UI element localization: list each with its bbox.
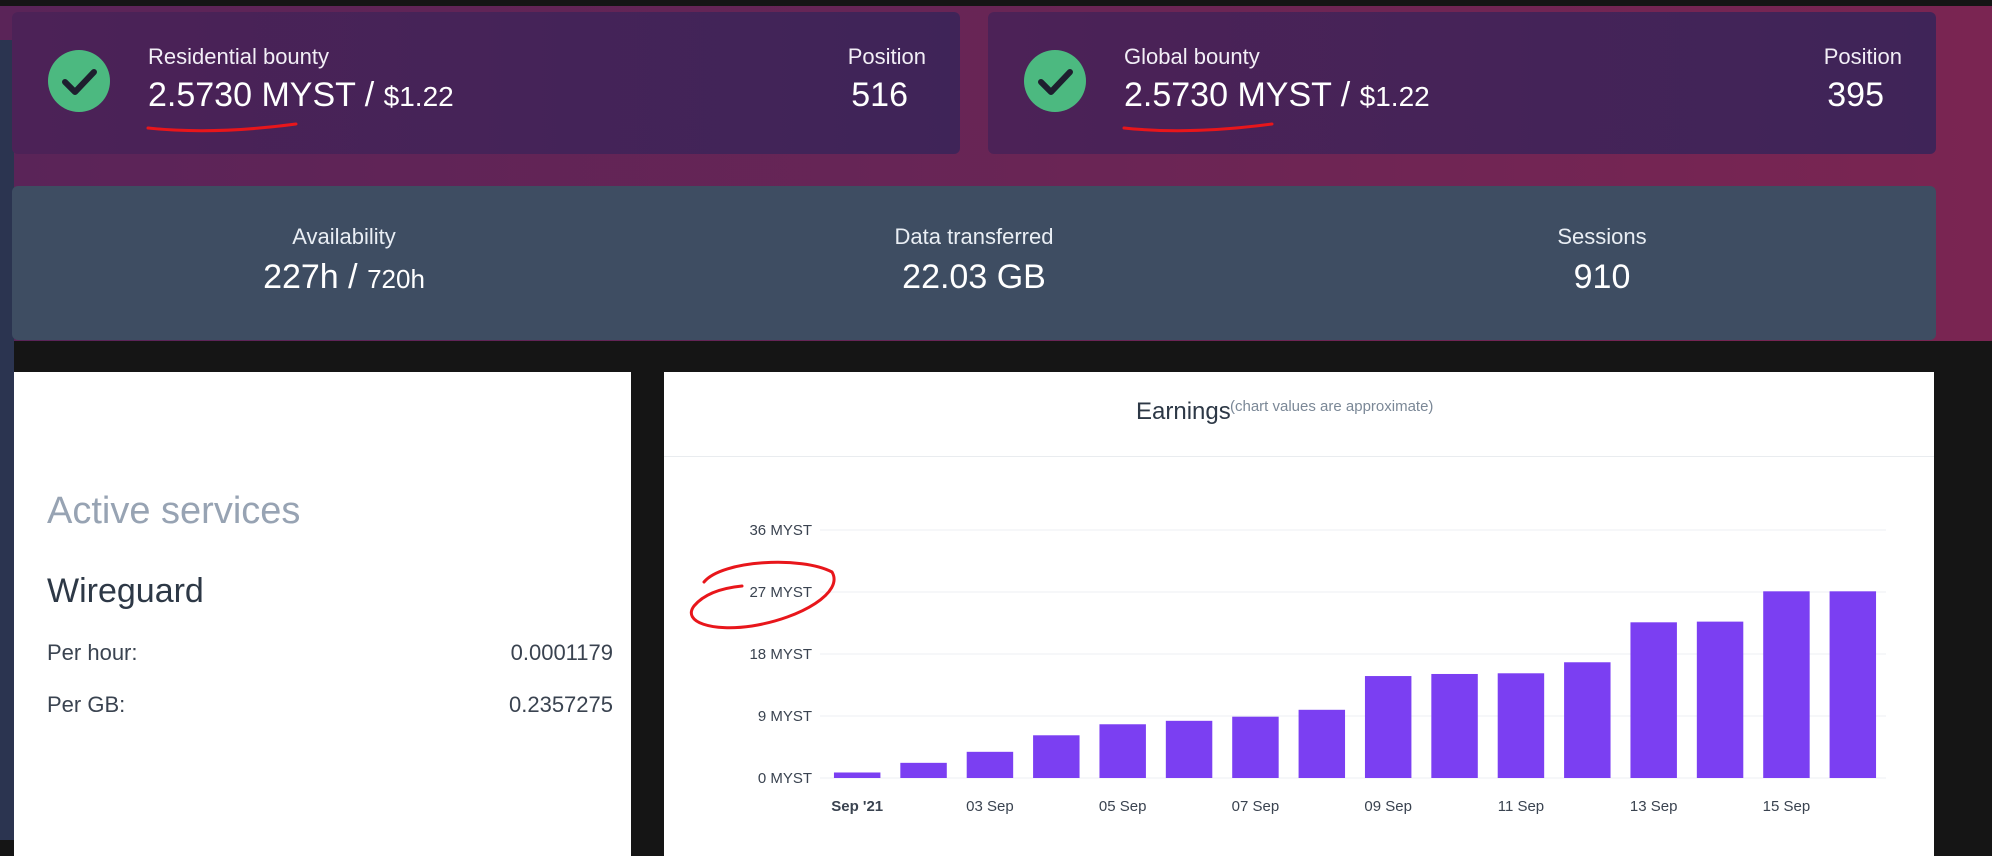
position-value: 395 xyxy=(1827,76,1884,114)
x-tick-label: 09 Sep xyxy=(1364,798,1412,815)
position-value: 516 xyxy=(851,76,908,114)
earnings-header: Earnings (chart values are approximate) xyxy=(664,372,1934,457)
chart-bar xyxy=(1099,724,1146,778)
availability-hours: 227h xyxy=(263,258,339,296)
chart-bar xyxy=(1829,591,1877,778)
chart-bar xyxy=(1497,673,1545,778)
annotation-underline xyxy=(1122,122,1274,133)
myst-amount: 2.5730 MYST xyxy=(1124,76,1332,114)
per-gb-label: Per GB: xyxy=(47,692,126,717)
chart-bar xyxy=(1165,720,1213,778)
chart-bar xyxy=(1696,621,1744,778)
chart-bar xyxy=(1033,735,1080,778)
y-tick-label: 18 MYST xyxy=(749,646,812,663)
per-gb-row: Per GB: 0.2357275 xyxy=(47,692,613,718)
y-tick-label: 36 MYST xyxy=(749,522,812,539)
availability-label: Availability xyxy=(292,224,396,249)
earnings-panel: Earnings (chart values are approximate) … xyxy=(664,372,1934,856)
active-services-title: Active services xyxy=(47,490,301,532)
data-transferred-value: 22.03 GB xyxy=(902,258,1046,296)
residential-bounty-label: Residential bounty xyxy=(148,44,330,69)
global-bounty-label: Global bounty xyxy=(1124,44,1260,69)
earnings-title: Earnings xyxy=(1136,398,1231,425)
x-tick-label: 05 Sep xyxy=(1099,798,1147,815)
myst-amount: 2.5730 MYST xyxy=(148,76,356,114)
residential-bounty-card: Residential bounty 2.5730 MYST / $1.22 P… xyxy=(12,12,960,154)
x-tick-label: 11 Sep xyxy=(1498,798,1544,815)
check-circle-icon xyxy=(48,50,110,112)
earnings-note: (chart values are approximate) xyxy=(1230,398,1434,415)
availability-value: 227h / 720h xyxy=(144,258,544,297)
per-hour-value: 0.0001179 xyxy=(510,640,613,665)
sessions-label: Sessions xyxy=(1557,224,1647,249)
chart-bar xyxy=(833,772,881,778)
global-bounty-value: 2.5730 MYST / $1.22 xyxy=(1124,76,1430,115)
chart-bar xyxy=(1564,662,1611,778)
sessions-value: 910 xyxy=(1573,258,1631,296)
service-name: Wireguard xyxy=(47,572,204,610)
check-circle-icon xyxy=(1024,50,1086,112)
chart-bar xyxy=(1232,716,1279,778)
x-tick-label: 13 Sep xyxy=(1630,798,1678,815)
chart-bar xyxy=(900,762,947,778)
per-hour-label: Per hour: xyxy=(47,640,138,665)
chart-bar xyxy=(1763,591,1810,778)
position-label: Position xyxy=(847,44,926,69)
dashboard: Residential bounty 2.5730 MYST / $1.22 P… xyxy=(0,0,1992,856)
availability-stat: Availability 227h / 720h xyxy=(144,224,544,297)
annotation-circle xyxy=(690,560,836,630)
chart-bar xyxy=(1431,673,1478,778)
x-tick-label: 03 Sep xyxy=(966,798,1014,815)
x-tick-label: 07 Sep xyxy=(1232,798,1280,815)
y-tick-label: 9 MYST xyxy=(758,708,812,725)
data-transferred-stat: Data transferred 22.03 GB xyxy=(774,224,1174,297)
x-tick-label: Sep '21 xyxy=(831,798,883,815)
chart-bar xyxy=(1364,676,1412,778)
stats-bar: Availability 227h / 720h Data transferre… xyxy=(12,186,1936,340)
global-bounty-card: Global bounty 2.5730 MYST / $1.22 Positi… xyxy=(988,12,1936,154)
sidebar-edge xyxy=(0,40,14,840)
sessions-stat: Sessions 910 xyxy=(1402,224,1802,297)
data-transferred-label: Data transferred xyxy=(894,224,1054,249)
x-tick-label: 15 Sep xyxy=(1763,798,1811,815)
chart-bar xyxy=(1630,622,1677,778)
y-tick-label: 0 MYST xyxy=(758,770,812,787)
annotation-underline xyxy=(146,122,298,133)
per-hour-row: Per hour: 0.0001179 xyxy=(47,640,613,666)
separator: / xyxy=(348,258,358,296)
usd-amount: $1.22 xyxy=(1359,81,1430,112)
residential-bounty-value: 2.5730 MYST / $1.22 xyxy=(148,76,454,115)
position-label: Position xyxy=(1823,44,1902,69)
per-gb-value: 0.2357275 xyxy=(509,692,613,717)
availability-total: 720h xyxy=(367,264,425,294)
separator: / xyxy=(364,76,375,114)
separator: / xyxy=(1340,76,1351,114)
usd-amount: $1.22 xyxy=(383,81,454,112)
chart-bar xyxy=(966,751,1014,778)
chart-bar xyxy=(1298,709,1346,778)
active-services-panel: Active services Wireguard Per hour: 0.00… xyxy=(14,372,631,856)
earnings-bar-chart: 0 MYST9 MYST18 MYST27 MYST36 MYSTSep '21… xyxy=(749,522,1886,815)
